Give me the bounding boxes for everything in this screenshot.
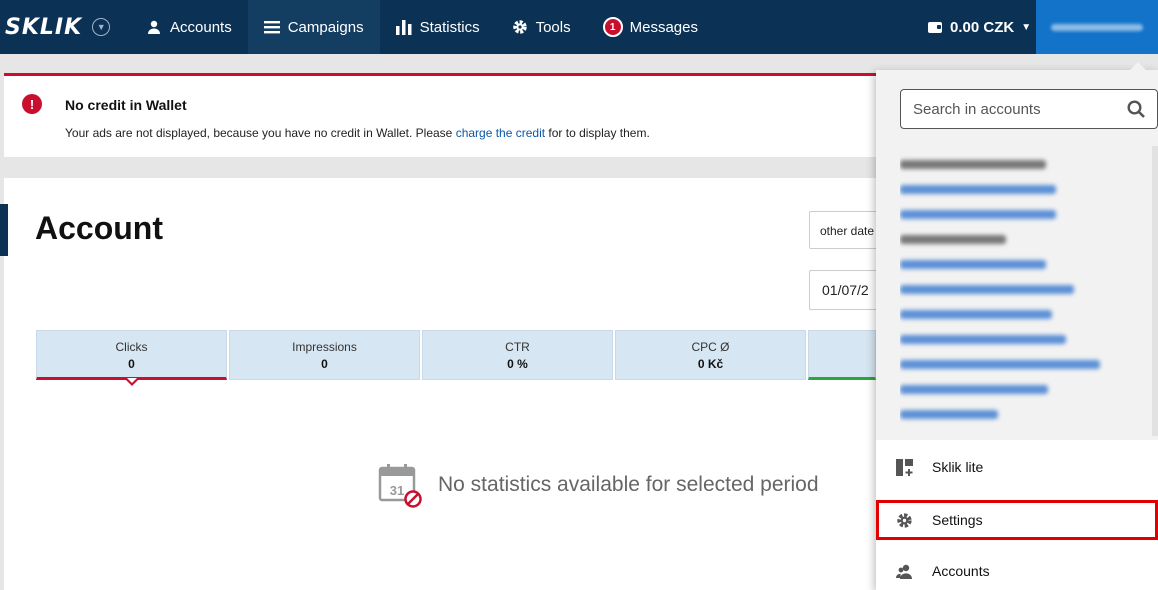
nav-statistics[interactable]: Statistics bbox=[380, 0, 496, 54]
stat-label: CTR bbox=[505, 340, 530, 354]
charge-credit-link[interactable]: charge the credit bbox=[456, 126, 545, 140]
list-item[interactable] bbox=[900, 352, 1156, 377]
list-item[interactable] bbox=[900, 402, 1156, 427]
stat-label: Impressions bbox=[292, 340, 357, 354]
list-item[interactable] bbox=[900, 302, 1156, 327]
dashboard-icon bbox=[896, 459, 913, 476]
dropdown-notch bbox=[1130, 62, 1146, 70]
stat-cpc[interactable]: CPC Ø 0 Kč bbox=[615, 330, 806, 380]
nav-tools-label: Tools bbox=[535, 18, 571, 36]
menu-icon bbox=[263, 19, 280, 35]
user-menu[interactable] bbox=[1036, 0, 1158, 54]
page-title: Account bbox=[35, 210, 163, 246]
nav-statistics-label: Statistics bbox=[419, 18, 480, 36]
users-icon bbox=[896, 563, 913, 580]
stat-value: 0 % bbox=[507, 357, 528, 371]
list-item[interactable] bbox=[900, 377, 1156, 402]
top-navbar: SKLIK ▼ Accounts Campaigns Statistics To… bbox=[0, 0, 1158, 54]
selected-pointer bbox=[125, 378, 139, 386]
accounts-item[interactable]: Accounts bbox=[876, 551, 1158, 590]
wallet-amount: 0.00 CZK bbox=[950, 18, 1015, 36]
logo-text: SKLIK bbox=[5, 14, 83, 40]
nav-messages-label: Messages bbox=[629, 18, 698, 36]
stat-value: 0 Kč bbox=[697, 357, 724, 371]
calendar-blocked-icon: 31 bbox=[378, 462, 422, 508]
stat-clicks[interactable]: Clicks 0 bbox=[36, 330, 227, 386]
stat-value: 0 bbox=[128, 357, 135, 371]
settings-label: Settings bbox=[932, 512, 983, 528]
wallet-icon bbox=[928, 21, 942, 33]
accounts-label: Accounts bbox=[932, 563, 990, 579]
stat-impressions[interactable]: Impressions 0 bbox=[229, 330, 420, 380]
list-item[interactable] bbox=[900, 202, 1156, 227]
alert-text-after: for to display them. bbox=[545, 126, 650, 140]
left-accent-bar bbox=[0, 204, 8, 256]
nav-accounts-label: Accounts bbox=[170, 18, 232, 36]
account-list[interactable] bbox=[900, 152, 1156, 428]
list-item[interactable] bbox=[900, 252, 1156, 277]
user-name-redacted bbox=[1051, 23, 1143, 31]
wallet-balance[interactable]: 0.00 CZK ▼ bbox=[928, 0, 1031, 54]
nav-campaigns[interactable]: Campaigns bbox=[247, 0, 380, 54]
message-count-badge: 1 bbox=[602, 17, 623, 37]
list-item bbox=[900, 227, 1156, 252]
empty-state: 31 No statistics available for selected … bbox=[378, 462, 819, 508]
search-icon[interactable] bbox=[1127, 100, 1145, 118]
caret-down-icon: ▼ bbox=[1021, 21, 1032, 33]
list-item[interactable] bbox=[900, 277, 1156, 302]
sklik-lite-item[interactable]: Sklik lite bbox=[876, 447, 1158, 487]
stats-tabs: Clicks 0 Impressions 0 CTR 0 % CPC Ø 0 K… bbox=[36, 330, 878, 386]
account-search-panel: Search in accounts bbox=[876, 70, 1158, 440]
stat-ctr[interactable]: CTR 0 % bbox=[422, 330, 613, 380]
list-item[interactable] bbox=[900, 427, 1156, 428]
logo[interactable]: SKLIK ▼ bbox=[0, 0, 130, 54]
stat-label: Clicks bbox=[115, 340, 148, 354]
sklik-lite-label: Sklik lite bbox=[932, 459, 984, 475]
stat-label: CPC Ø bbox=[691, 340, 730, 354]
stat-value: 0 bbox=[321, 357, 328, 371]
error-icon: ! bbox=[22, 94, 42, 114]
nav-messages[interactable]: 1 Messages bbox=[587, 0, 714, 54]
search-placeholder: Search in accounts bbox=[913, 100, 1041, 118]
bar-chart-icon bbox=[395, 19, 412, 35]
no-credit-alert: ! No credit in Wallet Your ads are not d… bbox=[4, 73, 884, 157]
search-input[interactable]: Search in accounts bbox=[900, 89, 1158, 129]
account-list-scrollbar[interactable] bbox=[1152, 146, 1158, 436]
settings-item[interactable]: Settings bbox=[876, 500, 1158, 540]
alert-title: No credit in Wallet bbox=[65, 97, 187, 113]
account-dropdown: Search in accounts Sklik lite Settings A… bbox=[876, 62, 1158, 590]
nav-accounts[interactable]: Accounts bbox=[130, 0, 248, 54]
list-item[interactable] bbox=[900, 177, 1156, 202]
chevron-down-icon[interactable]: ▼ bbox=[92, 18, 111, 36]
alert-message: Your ads are not displayed, because you … bbox=[65, 126, 650, 140]
empty-state-text: No statistics available for selected per… bbox=[438, 473, 819, 496]
list-item bbox=[900, 152, 1156, 177]
gear-icon bbox=[512, 19, 528, 35]
nav-tools[interactable]: Tools bbox=[496, 0, 587, 54]
stat-more[interactable] bbox=[808, 330, 876, 380]
nav-campaigns-label: Campaigns bbox=[287, 18, 364, 36]
gear-icon bbox=[896, 512, 913, 529]
user-icon bbox=[146, 19, 162, 35]
list-item[interactable] bbox=[900, 327, 1156, 352]
alert-text-before: Your ads are not displayed, because you … bbox=[65, 126, 456, 140]
calendar-day: 31 bbox=[390, 483, 404, 498]
